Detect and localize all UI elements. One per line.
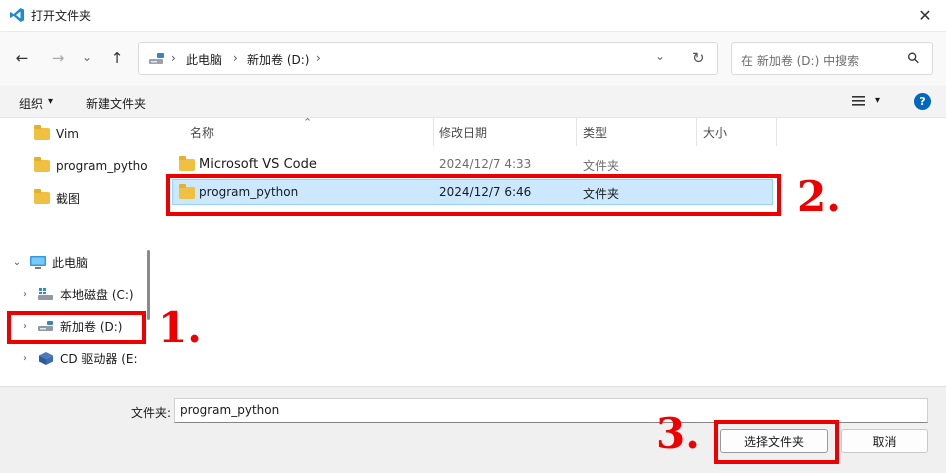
command-bar: 组织 ▾ 新建文件夹 ▾ ?: [0, 86, 946, 118]
refresh-icon[interactable]: ↻: [692, 49, 705, 67]
folder-icon: [34, 125, 50, 140]
folder-icon: [34, 157, 50, 172]
back-button[interactable]: ←: [9, 45, 35, 71]
drive-icon: [38, 287, 53, 300]
file-date: 2024/12/7 4:33: [439, 157, 532, 171]
address-history-dropdown[interactable]: ⌄: [655, 49, 665, 63]
caret-down-icon: ▾: [48, 96, 54, 107]
caret-down-icon: ▾: [875, 95, 881, 106]
folder-field-label: 文件夹:: [131, 406, 172, 420]
close-button[interactable]: ✕: [904, 0, 946, 31]
file-list: 名称 ⌃ 修改日期 类型 大小 Microsoft VS Code 2024/1…: [160, 116, 946, 386]
annotation-box-program-python: [166, 174, 781, 216]
cancel-button[interactable]: 取消: [841, 429, 928, 453]
breadcrumb-separator: ›: [233, 51, 238, 65]
file-type: 文件夹: [583, 159, 620, 173]
pc-icon: [30, 255, 46, 269]
cd-icon: [39, 351, 53, 365]
close-icon: ✕: [918, 6, 932, 25]
column-header-size[interactable]: 大小: [697, 118, 777, 146]
sidebar-item-this-pc[interactable]: ⌄ 此电脑: [10, 248, 88, 276]
sidebar-item-label: CD 驱动器 (E:: [60, 351, 138, 366]
sidebar-item-program-python[interactable]: program_pytho: [34, 152, 148, 180]
help-button[interactable]: ?: [914, 93, 931, 110]
annotation-number-1: 1.: [158, 303, 202, 352]
search-placeholder: 在 新加卷 (D:) 中搜索: [741, 54, 860, 68]
title-bar: 打开文件夹 ✕: [0, 0, 946, 31]
sidebar-item-label: 此电脑: [52, 255, 89, 270]
search-icon: ⚲: [903, 47, 924, 69]
folder-icon: [179, 156, 195, 171]
annotation-box-select-folder: [714, 420, 839, 464]
sidebar-item-label: 本地磁盘 (C:): [60, 287, 134, 302]
navigation-pane: Vim program_pytho 截图 ⌄ 此电脑 › 本地磁盘 (C:) ›: [0, 118, 155, 386]
chevron-right-icon[interactable]: ›: [18, 353, 32, 364]
recent-locations-button[interactable]: ⌄: [74, 44, 100, 70]
sidebar-item-vim[interactable]: Vim: [34, 120, 79, 148]
sidebar-item-cd-drive[interactable]: › CD 驱动器 (E:: [18, 344, 138, 372]
sidebar-item-label: Vim: [56, 127, 79, 141]
annotation-number-2: 2.: [797, 172, 841, 221]
organize-button[interactable]: 组织 ▾: [19, 95, 53, 112]
chevron-right-icon[interactable]: ›: [18, 289, 32, 300]
sidebar-item-drive-c[interactable]: › 本地磁盘 (C:): [18, 280, 134, 308]
breadcrumb-separator: ›: [171, 51, 176, 65]
chevron-down-icon: ⌄: [81, 50, 93, 64]
window-title: 打开文件夹: [31, 9, 92, 23]
help-icon: ?: [919, 95, 926, 108]
forward-button[interactable]: →: [45, 45, 71, 71]
column-header-label: 修改日期: [439, 125, 488, 140]
column-header-label: 类型: [583, 125, 608, 140]
forward-arrow-icon: →: [51, 49, 65, 67]
sidebar-item-label: program_pytho: [56, 159, 148, 173]
sidebar-item-screenshots[interactable]: 截图: [34, 184, 80, 212]
breadcrumb-this-pc[interactable]: 此电脑: [186, 51, 222, 68]
sidebar-scrollbar[interactable]: [147, 250, 150, 320]
file-name: Microsoft VS Code: [199, 157, 317, 172]
column-header-date[interactable]: 修改日期: [433, 118, 577, 146]
up-arrow-icon: ↑: [110, 49, 124, 67]
annotation-box-drive-d: [7, 311, 146, 344]
sort-ascending-icon: ⌃: [303, 116, 313, 129]
sidebar-item-label: 截图: [56, 191, 81, 206]
new-folder-button[interactable]: 新建文件夹: [86, 95, 146, 112]
view-options-button[interactable]: ▾: [852, 95, 880, 106]
back-arrow-icon: ←: [15, 49, 29, 67]
search-input[interactable]: 在 新加卷 (D:) 中搜索 ⚲: [731, 42, 933, 75]
column-header-label: 名称: [190, 125, 215, 140]
breadcrumb-separator: ›: [316, 51, 321, 65]
organize-label: 组织: [19, 97, 44, 111]
folder-icon: [34, 189, 50, 204]
view-list-icon: [852, 95, 865, 106]
column-header-label: 大小: [703, 125, 728, 140]
address-bar[interactable]: › 此电脑 › 新加卷 (D:) › ⌄ ↻: [138, 42, 718, 75]
chevron-down-icon[interactable]: ⌄: [10, 257, 24, 268]
vscode-logo-icon: [10, 8, 24, 22]
up-button[interactable]: ↑: [104, 45, 130, 71]
breadcrumb-drive-d[interactable]: 新加卷 (D:): [247, 51, 309, 68]
drive-icon: [149, 53, 164, 64]
annotation-number-3: 3.: [656, 409, 700, 458]
cancel-label: 取消: [872, 434, 897, 449]
column-header-type[interactable]: 类型: [577, 118, 697, 146]
